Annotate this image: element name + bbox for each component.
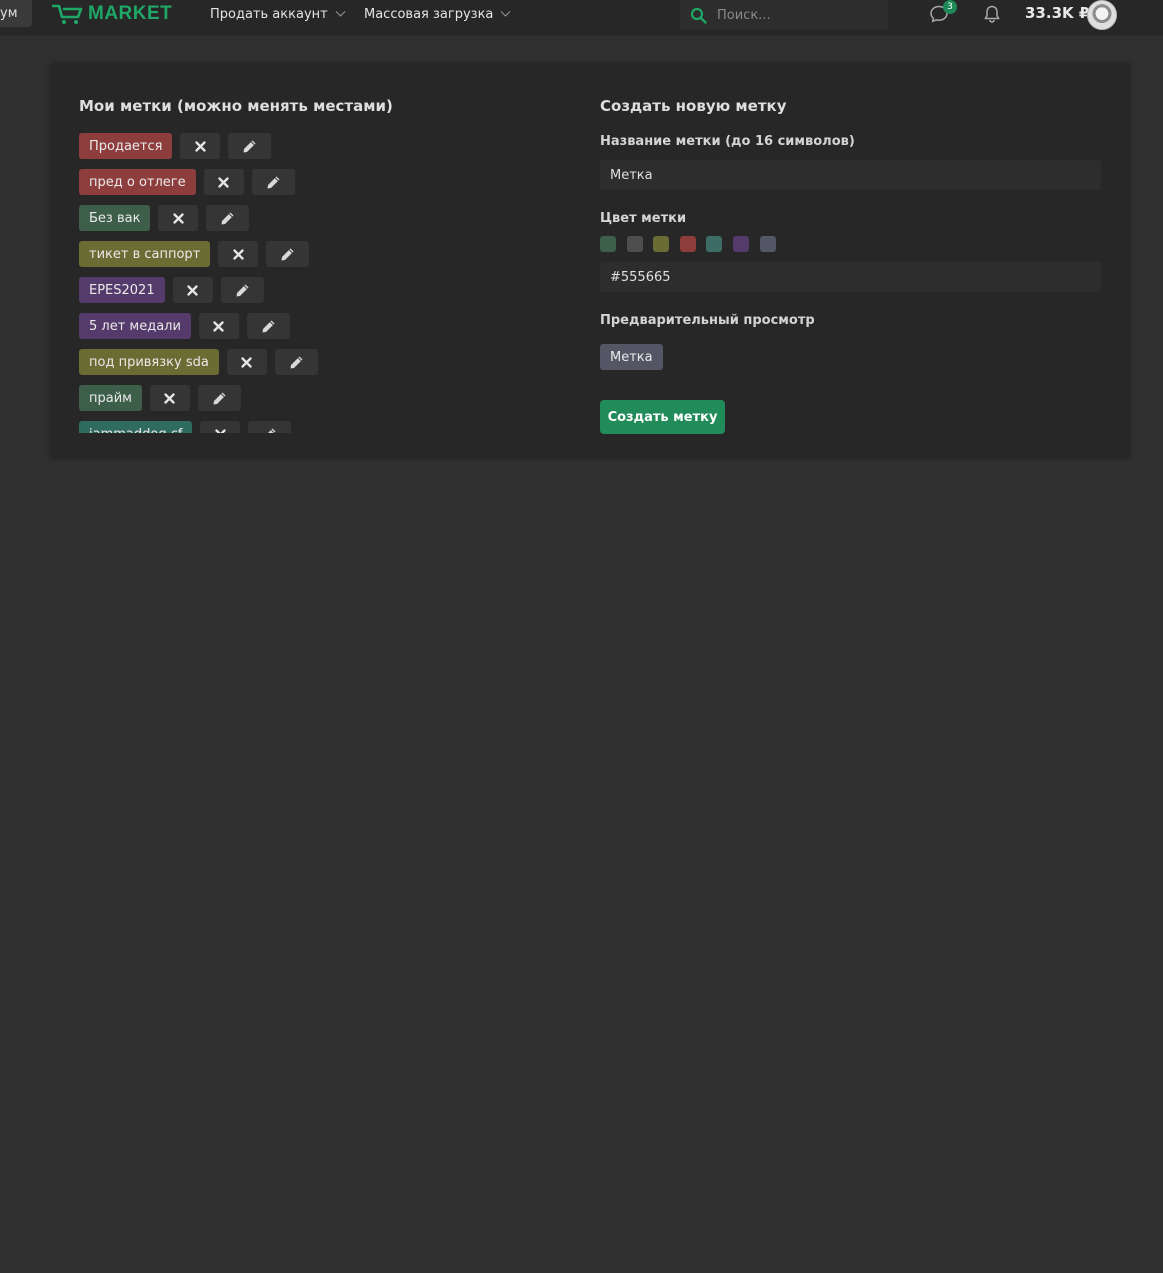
close-icon bbox=[187, 284, 198, 296]
delete-tag-button[interactable] bbox=[218, 241, 259, 267]
pencil-icon bbox=[267, 176, 280, 188]
edit-tag-button[interactable] bbox=[248, 421, 292, 433]
pencil-icon bbox=[213, 392, 226, 404]
create-tag-button[interactable]: Создать метку bbox=[600, 400, 725, 434]
close-icon bbox=[164, 392, 176, 404]
pencil-icon bbox=[221, 212, 234, 224]
delete-tag-button[interactable] bbox=[172, 277, 213, 303]
pencil-icon bbox=[262, 320, 275, 332]
color-swatch[interactable] bbox=[706, 236, 723, 252]
delete-tag-button[interactable] bbox=[180, 133, 221, 159]
chevron-down-icon bbox=[335, 6, 346, 17]
tag-row: прайм bbox=[79, 385, 559, 411]
messages-button[interactable]: 3 bbox=[928, 0, 957, 25]
create-tag-title: Создать новую метку bbox=[600, 97, 787, 115]
forum-tab[interactable]: ум bbox=[0, 0, 32, 27]
edit-tag-button[interactable] bbox=[197, 385, 241, 411]
notifications-button[interactable] bbox=[981, 3, 1003, 25]
preview-label: Предварительный просмотр bbox=[600, 313, 815, 328]
tag-chip[interactable]: пред о отлеге bbox=[79, 169, 196, 195]
messages-badge: 3 bbox=[943, 0, 957, 14]
close-icon bbox=[213, 320, 225, 332]
pencil-icon bbox=[290, 356, 303, 368]
pencil-icon bbox=[236, 284, 249, 296]
edit-tag-button[interactable] bbox=[274, 349, 318, 375]
delete-tag-button[interactable] bbox=[200, 421, 241, 433]
tag-chip[interactable]: jammaddog cf bbox=[79, 421, 193, 433]
tag-row: Продается bbox=[79, 133, 559, 159]
search-input[interactable] bbox=[715, 6, 875, 24]
logo-text: MARKET bbox=[88, 3, 173, 24]
edit-tag-button[interactable] bbox=[220, 277, 264, 303]
tag-chip[interactable]: прайм bbox=[79, 385, 142, 411]
tag-name-input[interactable] bbox=[600, 160, 1101, 190]
tag-row: jammaddog cf bbox=[79, 421, 559, 433]
close-icon bbox=[195, 140, 206, 152]
tag-color-input[interactable] bbox=[600, 262, 1101, 292]
tag-chip[interactable]: 5 лет медали bbox=[79, 313, 191, 339]
tag-chip[interactable]: Без вак bbox=[79, 205, 151, 231]
nav-sell-account-label: Продать аккаунт bbox=[210, 6, 328, 22]
tag-chip[interactable]: тикет в саппорт bbox=[79, 241, 211, 267]
pencil-icon bbox=[243, 140, 256, 152]
tag-preview: Метка bbox=[600, 344, 663, 370]
tags-settings-card: Мои метки (можно менять местами) Продает… bbox=[50, 63, 1130, 459]
close-icon bbox=[173, 212, 184, 224]
delete-tag-button[interactable] bbox=[149, 385, 190, 411]
top-navigation-bar: ум MARKET Продать аккаунт Массовая загру… bbox=[0, 0, 1163, 36]
color-swatch[interactable] bbox=[600, 236, 616, 252]
search-box bbox=[680, 0, 888, 30]
edit-tag-button[interactable] bbox=[228, 133, 272, 159]
nav-bulk-upload-label: Массовая загрузка bbox=[364, 6, 494, 22]
color-swatch[interactable] bbox=[732, 236, 749, 252]
tag-name-label: Название метки (до 16 символов) bbox=[600, 134, 855, 149]
tag-chip[interactable]: EPES2021 bbox=[79, 277, 165, 303]
tag-row: 5 лет медали bbox=[79, 313, 559, 339]
pencil-icon bbox=[281, 248, 294, 260]
search-icon bbox=[690, 7, 707, 24]
color-swatches bbox=[600, 236, 786, 252]
edit-tag-button[interactable] bbox=[251, 169, 295, 195]
color-swatch[interactable] bbox=[626, 236, 643, 252]
edit-tag-button[interactable] bbox=[206, 205, 250, 231]
nav-sell-account[interactable]: Продать аккаунт bbox=[210, 5, 346, 23]
tag-row: под привязку sda bbox=[79, 349, 559, 375]
market-logo[interactable]: MARKET bbox=[52, 2, 172, 26]
delete-tag-button[interactable] bbox=[203, 169, 244, 195]
close-icon bbox=[233, 248, 244, 260]
close-icon bbox=[218, 176, 229, 188]
delete-tag-button[interactable] bbox=[198, 313, 239, 339]
edit-tag-button[interactable] bbox=[266, 241, 310, 267]
color-swatch[interactable] bbox=[759, 236, 776, 252]
my-tags-title: Мои метки (можно менять местами) bbox=[79, 97, 393, 115]
tag-row: пред о отлеге bbox=[79, 169, 559, 195]
tag-row: Без вак bbox=[79, 205, 559, 231]
tag-chip[interactable]: под привязку sda bbox=[79, 349, 219, 375]
tag-chip[interactable]: Продается bbox=[79, 133, 173, 159]
cart-icon bbox=[52, 4, 83, 24]
tag-row: EPES2021 bbox=[79, 277, 559, 303]
tags-list: Продается пред о отлеге Без вак тикет в сап… bbox=[79, 133, 559, 433]
color-swatch[interactable] bbox=[653, 236, 670, 252]
chevron-down-icon bbox=[500, 6, 511, 17]
color-swatch[interactable] bbox=[679, 236, 696, 252]
avatar[interactable] bbox=[1087, 0, 1117, 30]
balance[interactable]: 33.3K ₽ bbox=[1025, 4, 1089, 22]
delete-tag-button[interactable] bbox=[158, 205, 199, 231]
tag-color-label: Цвет метки bbox=[600, 211, 687, 226]
edit-tag-button[interactable] bbox=[246, 313, 290, 339]
close-icon bbox=[241, 356, 252, 368]
pencil-icon bbox=[267, 428, 276, 433]
bell-icon bbox=[984, 5, 1000, 23]
nav-bulk-upload[interactable]: Массовая загрузка bbox=[364, 5, 511, 23]
delete-tag-button[interactable] bbox=[226, 349, 267, 375]
close-icon bbox=[215, 428, 226, 433]
tag-row: тикет в саппорт bbox=[79, 241, 559, 267]
